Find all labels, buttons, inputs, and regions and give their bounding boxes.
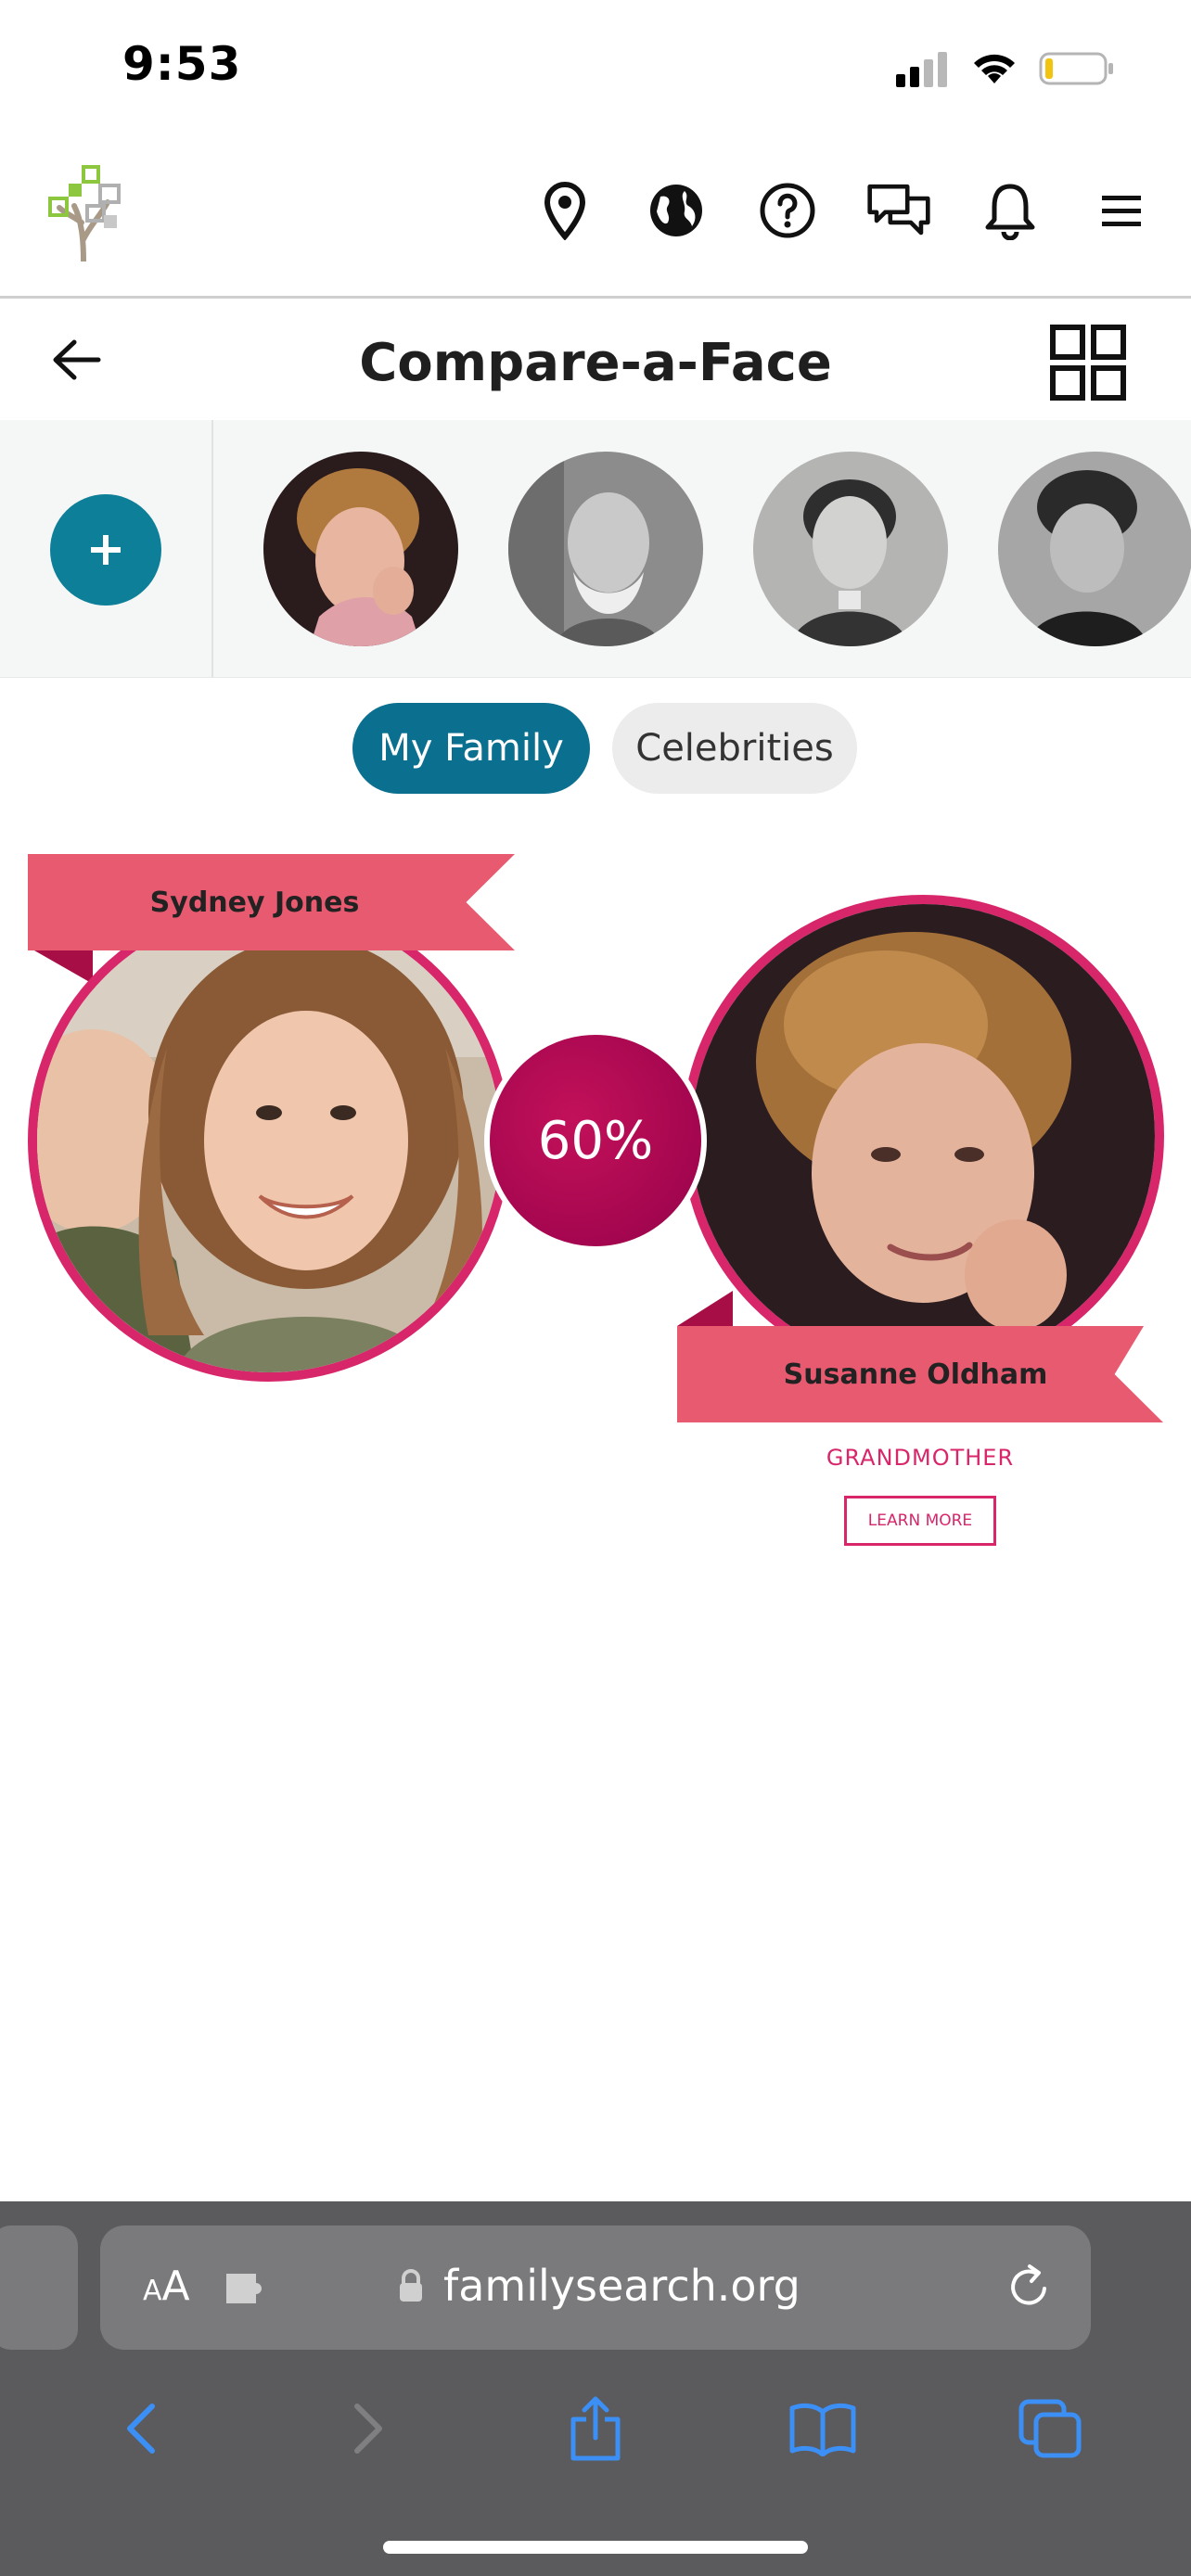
reader-settings-button[interactable]: AA [143,2263,190,2310]
ribbon-fold [28,947,93,984]
family-celebrity-toggle: My Family Celebrities [0,703,1191,794]
title-bar: Compare-a-Face [0,301,1191,420]
status-bar: 9:53 [0,0,1191,139]
grid-view-icon[interactable] [1050,325,1126,401]
menu-icon[interactable] [1089,178,1154,243]
user-name-ribbon: Sydney Jones [28,854,515,950]
tabs-icon[interactable] [1013,2391,1087,2466]
app-header [0,139,1191,299]
browser-back-icon[interactable] [104,2391,178,2466]
ancestor-name-ribbon: Susanne Oldham [677,1326,1163,1422]
ancestor-photo[interactable] [682,895,1164,1377]
domain-text: familysearch.org [443,2261,800,2311]
extension-puzzle-icon[interactable] [223,2268,273,2309]
header-icons [532,178,1154,243]
add-photo-button[interactable] [50,494,161,606]
status-icons [896,46,1115,91]
learn-more-button[interactable]: LEARN MORE [844,1496,996,1546]
aa-large-glyph: A [161,2263,190,2310]
user-photo[interactable] [28,899,510,1382]
ribbon-fold [677,1291,733,1326]
page-title: Compare-a-Face [359,333,832,393]
address-bar[interactable]: AA familysearch.org [100,2225,1091,2350]
bookmarks-icon[interactable] [786,2391,860,2466]
share-icon[interactable] [558,2391,633,2466]
wifi-icon [974,54,1015,83]
help-icon[interactable] [755,178,820,243]
browser-chrome: AA familysearch.org [0,2201,1191,2576]
match-percentage: 60% [484,1029,707,1252]
chat-icon[interactable] [866,178,931,243]
strip-divider [211,420,213,678]
reload-icon[interactable] [1004,2261,1056,2313]
status-time: 9:53 [122,37,242,91]
browser-forward-icon[interactable] [331,2391,405,2466]
url-display[interactable]: familysearch.org [397,2261,800,2311]
lock-icon [400,2269,422,2302]
bell-icon[interactable] [978,178,1043,243]
previous-tab-preview[interactable] [0,2225,78,2350]
familysearch-tree-logo-icon[interactable] [46,165,126,264]
face-strip [0,420,1191,678]
globe-icon[interactable] [644,178,709,243]
ancestor-thumbnail[interactable] [508,452,703,646]
browser-toolbar [0,2373,1191,2484]
battery-icon [1039,52,1113,85]
home-indicator[interactable] [383,2541,808,2554]
signal-icon [896,52,947,87]
aa-small-glyph: A [143,2275,162,2307]
tab-my-family[interactable]: My Family [352,703,590,794]
ancestor-thumbnail[interactable] [998,452,1191,646]
ancestor-thumbnail[interactable] [753,452,948,646]
tab-celebrities[interactable]: Celebrities [612,703,857,794]
ancestor-thumbnail[interactable] [263,452,458,646]
location-pin-icon[interactable] [532,178,597,243]
relationship-label: GRANDMOTHER [826,1445,1015,1471]
